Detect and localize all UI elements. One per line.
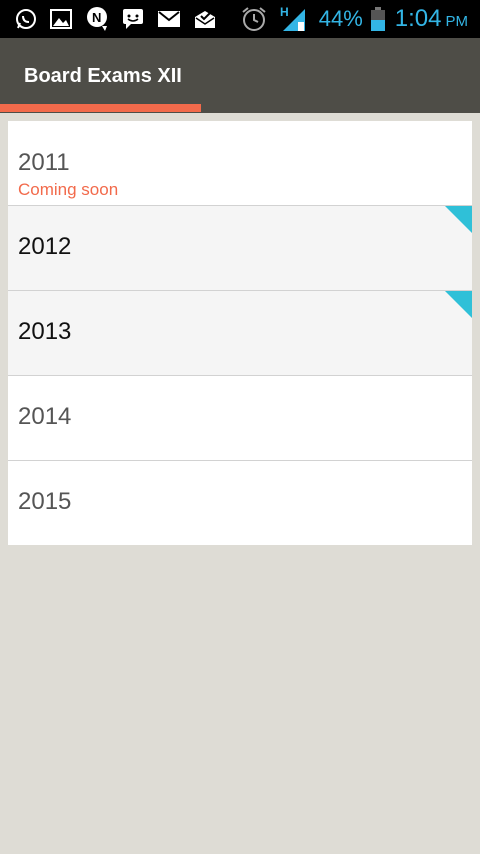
- tab-indicator: [0, 104, 201, 112]
- list-item-year: 2011: [18, 149, 70, 176]
- list-item-2011[interactable]: 2011 Coming soon: [8, 121, 472, 206]
- alarm-icon: [241, 6, 271, 32]
- list-item-status: Coming soon: [18, 180, 119, 199]
- page-title: Board Exams XII: [24, 65, 182, 87]
- list-item-year: 2015: [18, 488, 72, 515]
- battery-percent: 44%: [318, 6, 363, 31]
- list-item-2012[interactable]: 2012: [8, 206, 472, 291]
- signal-icon: H: [279, 5, 313, 33]
- list-item-2014[interactable]: 2014: [8, 376, 472, 461]
- list-item-year: 2014: [18, 403, 72, 430]
- mail-check-icon: [194, 0, 230, 38]
- list-item-2013[interactable]: 2013: [8, 291, 472, 376]
- n-notification-icon: N: [86, 0, 122, 38]
- gallery-icon: [50, 0, 86, 38]
- list-item-2015[interactable]: 2015: [8, 461, 472, 545]
- available-corner-marker: [445, 291, 472, 318]
- list-item-year: 2012: [18, 233, 72, 260]
- chat-icon: [122, 0, 158, 38]
- clock-ampm: PM: [445, 12, 469, 30]
- available-corner-marker: [445, 206, 472, 233]
- list-item-year: 2013: [18, 318, 72, 345]
- gmail-icon: [158, 0, 194, 38]
- svg-text:N: N: [92, 10, 101, 25]
- app-bar: Board Exams XII: [0, 38, 480, 113]
- clock-time: 1:04: [394, 5, 442, 32]
- battery-icon: [370, 7, 385, 31]
- whatsapp-icon: [14, 0, 50, 38]
- year-list: 2011 Coming soon 2012 2013 2014 2015: [8, 121, 472, 545]
- status-bar: N H 44% 1:04 PM: [0, 0, 480, 38]
- notification-icons: N: [0, 0, 230, 38]
- svg-text:H: H: [280, 5, 289, 19]
